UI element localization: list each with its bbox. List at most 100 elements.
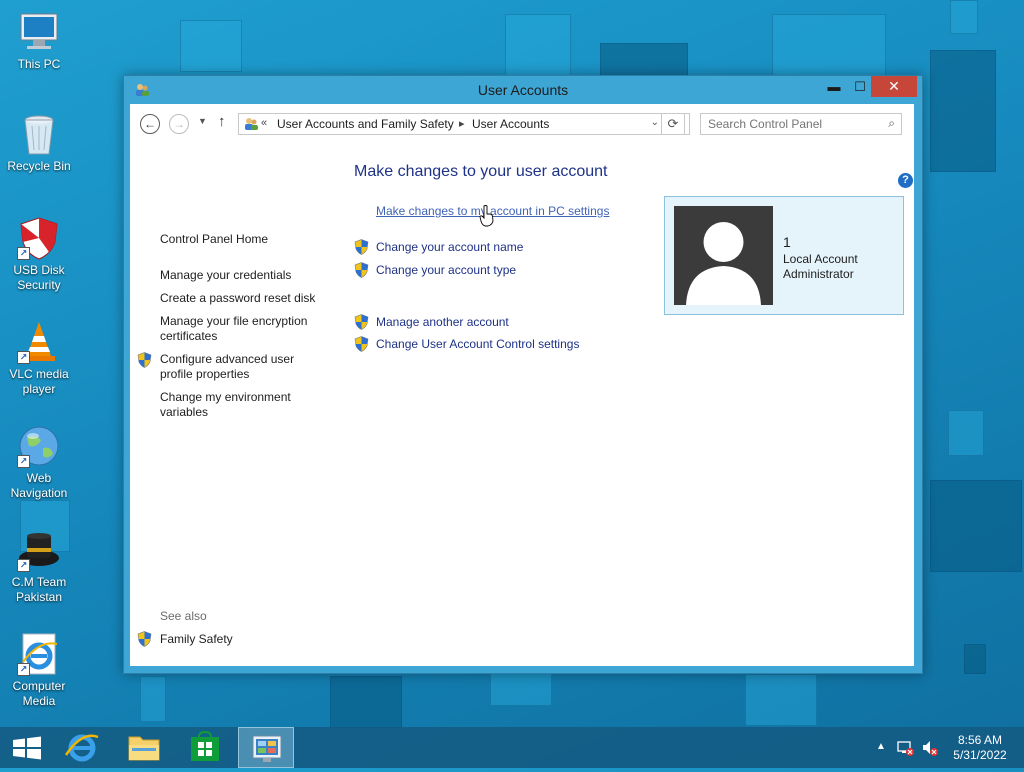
search-box[interactable]: ⌕ [700, 113, 902, 135]
maximize-button[interactable]: ☐ [847, 76, 873, 97]
search-icon[interactable]: ⌕ [888, 116, 895, 131]
change-account-name-link[interactable]: Change your account name [376, 240, 523, 254]
desktop-icon-web-navigation[interactable]: ↗ Web Navigation [4, 424, 74, 501]
control-panel-home-link[interactable]: Control Panel Home [160, 232, 320, 247]
monitor-icon [17, 10, 61, 54]
control-panel-icon [252, 735, 282, 762]
address-bar[interactable]: « User Accounts and Family Safety ▸ User… [238, 113, 690, 135]
user-accounts-icon [245, 118, 258, 130]
manage-another-account-link[interactable]: Manage another account [376, 315, 509, 329]
start-icon [13, 736, 41, 760]
bg-tile [964, 644, 986, 674]
bg-tile [930, 50, 996, 172]
system-clock[interactable]: 8:56 AM 5/31/2022 [950, 733, 1010, 763]
internet-explorer-icon: ↗ [17, 632, 61, 676]
user-avatar-icon [674, 206, 773, 305]
desktop-icon-computer-media[interactable]: ↗ Computer Media [4, 632, 74, 709]
bg-tile [772, 14, 886, 76]
show-hidden-icons-button[interactable]: ▲ [876, 741, 886, 752]
bg-tile [505, 14, 571, 76]
title-bar[interactable]: User Accounts ▬ ☐ ✕ [124, 76, 922, 104]
user-accounts-window: User Accounts ▬ ☐ ✕ ← → ▼ ↑ « User Accou… [123, 75, 923, 674]
manage-credentials-link[interactable]: Manage your credentials [160, 268, 320, 283]
change-account-type-link[interactable]: Change your account type [376, 263, 516, 277]
file-explorer-icon [128, 736, 160, 761]
desktop-icon-label: Recycle Bin [7, 159, 71, 173]
desktop-icon-label: C.M Team Pakistan [11, 575, 67, 604]
page-title: Make changes to your user account [354, 163, 608, 180]
account-role: Administrator [783, 267, 854, 281]
taskbar-control-panel[interactable] [238, 727, 294, 768]
search-input[interactable] [708, 115, 876, 133]
create-password-reset-disk-link[interactable]: Create a password reset disk [160, 291, 320, 306]
vlc-cone-icon: ↗ [17, 320, 61, 364]
clock-date: 5/31/2022 [953, 748, 1007, 762]
shortcut-arrow-icon: ↗ [17, 455, 30, 468]
window-title: User Accounts [477, 82, 569, 98]
bg-tile [140, 676, 166, 722]
forward-arrow-icon[interactable]: → [169, 114, 189, 134]
close-button[interactable]: ✕ [871, 76, 917, 97]
desktop-icon-this-pc[interactable]: This PC [4, 10, 74, 72]
change-environment-variables-link[interactable]: Change my environment variables [160, 390, 320, 420]
minimize-button[interactable]: ▬ [821, 76, 847, 97]
breadcrumb-user-accounts[interactable]: User Accounts [472, 117, 549, 131]
bg-tile [948, 410, 984, 456]
desktop-icon-recycle-bin[interactable]: Recycle Bin [4, 112, 74, 174]
see-also-heading: See also [160, 609, 207, 623]
internet-explorer-icon [64, 734, 99, 762]
window-client-area: ← → ▼ ↑ « User Accounts and Family Safet… [130, 104, 914, 666]
network-disconnected-icon[interactable] [897, 739, 915, 757]
shield-icon: ↗ [17, 216, 61, 260]
volume-muted-icon[interactable] [921, 739, 939, 757]
taskbar-file-explorer[interactable] [116, 727, 172, 768]
bg-tile [330, 676, 402, 728]
taskbar: ▲ 8:56 AM 5/31/2022 [0, 727, 1024, 768]
up-arrow-icon[interactable]: ↑ [218, 113, 226, 130]
bg-tile [745, 674, 817, 726]
uac-shield-icon [354, 314, 369, 330]
uac-shield-icon [354, 262, 369, 278]
recent-pages-dropdown-icon[interactable]: ▼ [198, 116, 207, 126]
account-name: 1 [783, 234, 791, 250]
desktop-icon-vlc[interactable]: ↗ VLC media player [4, 320, 74, 397]
bg-tile [490, 672, 552, 706]
recycle-bin-icon [17, 112, 61, 156]
start-button[interactable] [0, 727, 56, 768]
navigation-bar: ← → ▼ ↑ « User Accounts and Family Safet… [130, 104, 914, 142]
configure-advanced-profile-link[interactable]: Configure advanced user profile properti… [160, 352, 320, 382]
uac-shield-icon [137, 631, 152, 647]
uac-shield-icon [354, 239, 369, 255]
breadcrumb-overflow-icon[interactable]: « [261, 117, 267, 129]
desktop-icon-label: USB Disk Security [13, 263, 65, 292]
desktop-icon-label: VLC media player [9, 367, 69, 396]
cm-hat-icon: ↗ [17, 528, 61, 572]
shortcut-arrow-icon: ↗ [17, 247, 30, 260]
store-icon [191, 730, 219, 761]
desktop-icon-cm-team[interactable]: ↗ C.M Team Pakistan [4, 528, 74, 605]
shortcut-arrow-icon: ↗ [17, 351, 30, 364]
clock-time: 8:56 AM [957, 733, 1003, 747]
uac-shield-icon [137, 352, 152, 368]
breadcrumb-separator-icon[interactable]: ▸ [459, 117, 465, 130]
globe-icon: ↗ [17, 424, 61, 468]
refresh-icon[interactable]: ⟳ [661, 113, 685, 135]
back-arrow-icon[interactable]: ← [140, 114, 160, 134]
family-safety-link[interactable]: Family Safety [160, 632, 320, 647]
help-icon[interactable]: ? [898, 173, 913, 188]
manage-file-encryption-link[interactable]: Manage your file encryption certificates [160, 314, 320, 344]
desktop-icon-usb-disk-security[interactable]: ↗ USB Disk Security [4, 216, 74, 293]
taskbar-store[interactable] [177, 727, 233, 768]
desktop-icon-label: Computer Media [12, 679, 66, 708]
bg-tile [180, 20, 242, 72]
bg-tile [950, 0, 978, 34]
change-uac-settings-link[interactable]: Change User Account Control settings [376, 337, 579, 351]
breadcrumb-user-accounts-family-safety[interactable]: User Accounts and Family Safety [277, 117, 454, 131]
account-type: Local Account [783, 252, 858, 266]
shortcut-arrow-icon: ↗ [17, 663, 30, 676]
taskbar-internet-explorer[interactable] [54, 727, 110, 768]
address-dropdown-icon[interactable]: ⌄ [651, 117, 659, 128]
bg-tile [930, 480, 1022, 572]
hand-cursor-icon [479, 205, 494, 227]
desktop-icon-label: This PC [17, 57, 61, 71]
